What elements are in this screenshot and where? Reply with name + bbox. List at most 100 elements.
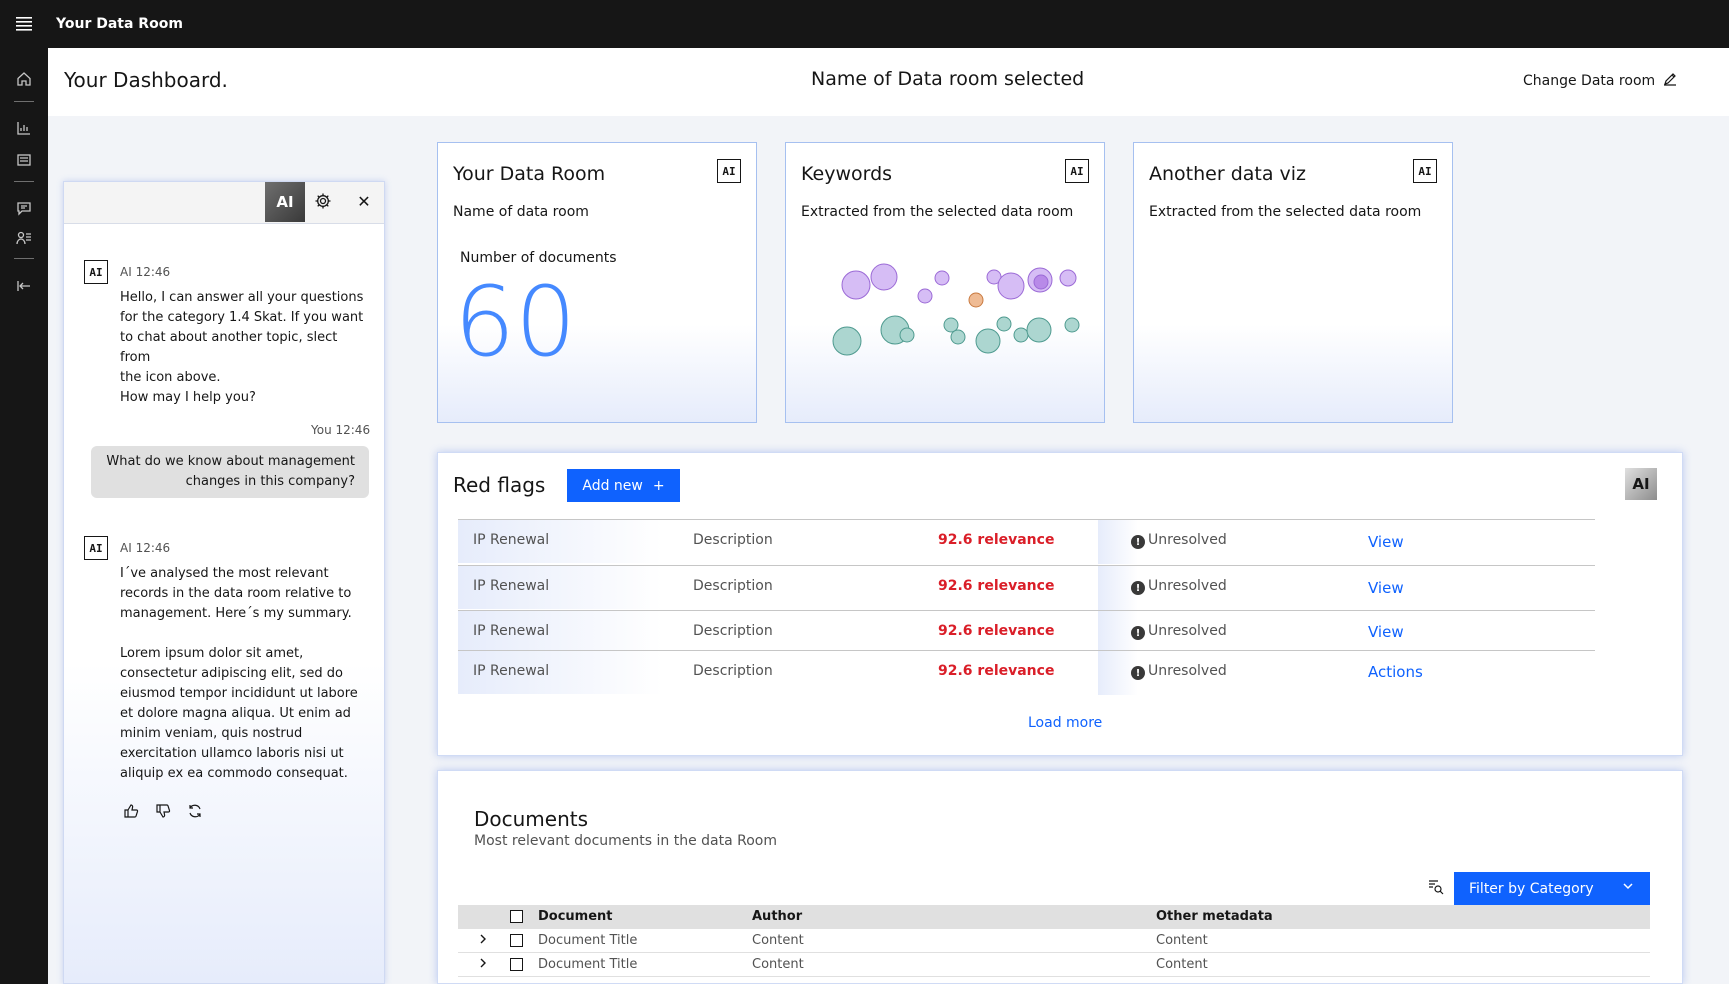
keyword-bubble — [899, 327, 915, 343]
ai-chat-panel: AI ✕ AI AI 12:46 Hello, I can answer all… — [63, 181, 385, 984]
keyword-bubble — [968, 292, 984, 308]
tile-title: Your Data Room — [453, 163, 606, 185]
flag-status: Unresolved — [1148, 532, 1227, 548]
ai-badge: AI — [717, 159, 741, 183]
actions-link[interactable]: Actions — [1368, 663, 1423, 681]
view-link[interactable]: View — [1368, 533, 1404, 551]
another-viz-tile[interactable]: Another data viz AI Extracted from the s… — [1133, 142, 1453, 423]
hamburger-menu-icon[interactable] — [0, 0, 48, 48]
document-icon[interactable] — [14, 150, 34, 170]
row-checkbox[interactable] — [510, 934, 523, 947]
document-author: Content — [752, 933, 804, 948]
add-new-button[interactable]: Add new + — [567, 469, 680, 502]
ai-message-1: AI AI 12:46 Hello, I can answer all your… — [84, 260, 363, 405]
user-message: What do we know about management changes… — [91, 446, 369, 498]
keyword-bubble — [997, 272, 1025, 300]
keyword-bubble — [975, 328, 1001, 354]
document-metadata: Content — [1156, 933, 1208, 948]
message-feedback — [122, 802, 204, 820]
data-room-tile[interactable]: Your Data Room AI Name of data room Numb… — [437, 142, 757, 423]
regenerate-icon[interactable] — [186, 802, 204, 820]
column-header[interactable]: Author — [752, 909, 802, 924]
keyword-bubble — [1064, 317, 1080, 333]
document-title[interactable]: Document Title — [538, 957, 637, 972]
ai-button[interactable]: AI — [1625, 468, 1657, 500]
chevron-down-icon — [1621, 879, 1635, 897]
chevron-right-icon[interactable] — [477, 933, 489, 949]
flag-status: Unresolved — [1148, 663, 1227, 679]
flag-status: Unresolved — [1148, 578, 1227, 594]
keyword-bubble — [870, 263, 898, 291]
ai-badge: AI — [1065, 159, 1089, 183]
table-row[interactable]: IP Renewal Description 92.6 relevance ! … — [458, 650, 1595, 695]
document-author: Content — [752, 957, 804, 972]
tile-title: Keywords — [801, 163, 893, 185]
tile-subtitle: Name of data room — [453, 204, 589, 220]
flag-relevance: 92.6 relevance — [938, 578, 1055, 594]
plus-icon: + — [652, 477, 665, 494]
home-icon[interactable] — [14, 69, 34, 89]
load-more-link[interactable]: Load more — [1028, 715, 1102, 731]
ai-avatar: AI — [84, 536, 108, 560]
flag-description: Description — [693, 578, 773, 594]
chart-icon[interactable] — [14, 118, 34, 138]
page-title: Your Dashboard. — [64, 68, 228, 92]
tile-title: Another data viz — [1149, 163, 1307, 185]
column-header[interactable]: Document — [538, 909, 613, 924]
chevron-right-icon[interactable] — [477, 957, 489, 973]
message-body: I´ve analysed the most relevant records … — [120, 566, 358, 781]
table-row[interactable]: IP Renewal Description 92.6 relevance ! … — [458, 519, 1595, 564]
documents-panel: Documents Most relevant documents in the… — [437, 770, 1683, 984]
document-count-label: Number of documents — [460, 250, 617, 266]
thumbs-down-icon[interactable] — [154, 802, 172, 820]
app-title: Your Data Room — [56, 16, 183, 32]
keyword-bubble — [1059, 269, 1077, 287]
flag-name: IP Renewal — [473, 663, 550, 679]
flag-status: Unresolved — [1148, 623, 1227, 639]
column-header[interactable]: Other metadata — [1156, 909, 1273, 924]
ai-badge: AI — [1413, 159, 1437, 183]
thumbs-up-icon[interactable] — [122, 802, 140, 820]
keyword-bubble — [841, 270, 871, 300]
ai-avatar: AI — [84, 260, 108, 284]
message-meta: AI 12:46 — [120, 265, 171, 279]
search-filter-icon[interactable] — [1428, 879, 1444, 899]
table-row[interactable]: IP Renewal Description 92.6 relevance ! … — [458, 610, 1595, 655]
flag-name: IP Renewal — [473, 578, 550, 594]
flag-description: Description — [693, 663, 773, 679]
user-message-meta: You 12:46 — [311, 423, 371, 437]
table-row[interactable]: Document Title Content Content — [458, 929, 1650, 953]
document-metadata: Content — [1156, 957, 1208, 972]
table-row[interactable]: Document Title Content Content — [458, 953, 1650, 977]
view-link[interactable]: View — [1368, 579, 1404, 597]
flag-name: IP Renewal — [473, 532, 550, 548]
keyword-bubble — [1026, 317, 1052, 343]
ai-toggle-button[interactable]: AI — [265, 182, 305, 222]
warning-icon: ! — [1131, 535, 1145, 549]
keyword-bubble — [996, 316, 1012, 332]
row-checkbox[interactable] — [510, 958, 523, 971]
flag-relevance: 92.6 relevance — [938, 532, 1055, 548]
keyword-bubble — [950, 329, 966, 345]
select-all-checkbox[interactable] — [510, 910, 523, 923]
warning-icon: ! — [1131, 581, 1145, 595]
red-flags-panel: Red flags Add new + AI IP Renewal Descri… — [437, 452, 1683, 756]
view-link[interactable]: View — [1368, 623, 1404, 641]
keywords-tile[interactable]: Keywords AI Extracted from the selected … — [785, 142, 1105, 423]
collapse-icon[interactable] — [14, 276, 34, 296]
flag-relevance: 92.6 relevance — [938, 623, 1055, 639]
chat-icon[interactable] — [14, 198, 34, 218]
gear-icon[interactable] — [314, 192, 334, 212]
filter-by-category-dropdown[interactable]: Filter by Category — [1454, 872, 1650, 905]
close-icon[interactable]: ✕ — [354, 192, 374, 212]
section-title: Documents — [474, 807, 589, 831]
document-title[interactable]: Document Title — [538, 933, 637, 948]
ai-message-2: AI AI 12:46 I´ve analysed the most relev… — [84, 536, 358, 781]
user-list-icon[interactable] — [14, 228, 34, 248]
top-bar: Your Data Room — [0, 0, 1729, 48]
section-title: Red flags — [453, 473, 546, 497]
change-data-room-button[interactable]: Change Data room — [1523, 72, 1677, 90]
table-row[interactable]: IP Renewal Description 92.6 relevance ! … — [458, 565, 1595, 610]
document-count: 60 — [454, 266, 577, 378]
message-body: Hello, I can answer all your questions f… — [120, 290, 364, 405]
